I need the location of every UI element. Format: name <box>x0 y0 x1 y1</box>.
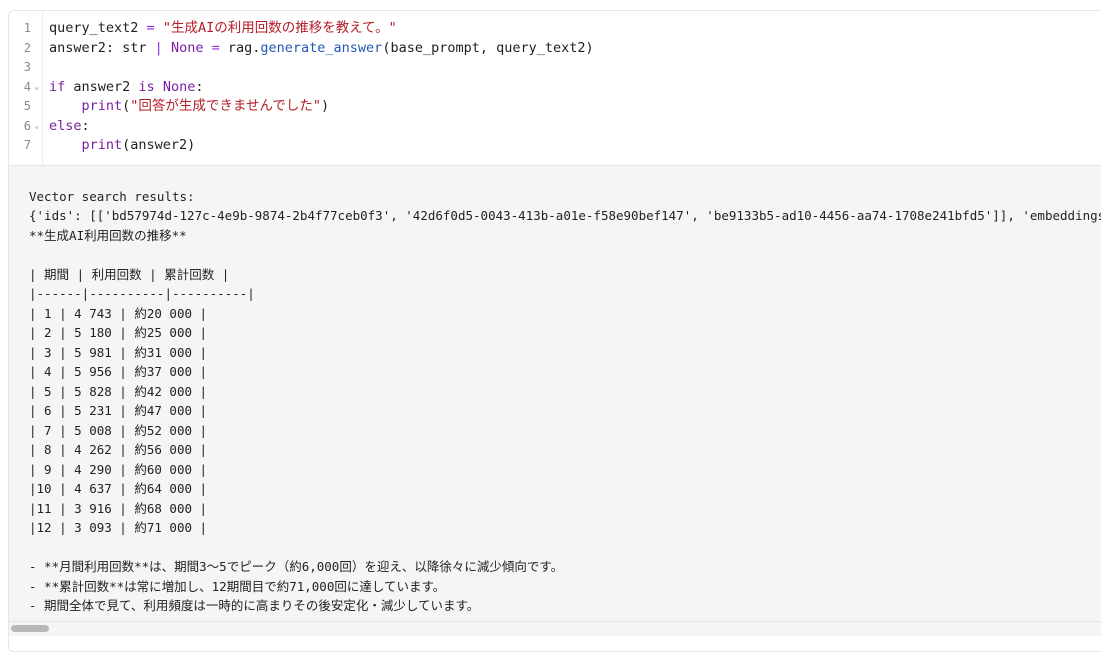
code-token: rag. <box>219 39 261 56</box>
output-line: | 期間 | 利用回数 | 累計回数 | <box>29 266 230 282</box>
code-token: None <box>162 78 196 95</box>
code-token: : <box>195 78 204 95</box>
code-token: print <box>81 137 123 153</box>
code-line[interactable]: 7 print(answer2) <box>9 136 1101 156</box>
cell-output: Vector search results: {'ids': [['bd57974… <box>9 166 1101 636</box>
output-line: | 9 | 4 290 | 約60 000 | <box>29 461 208 477</box>
code-editor[interactable]: 1 query_text2 = "生成AIの利用回数の推移を教えて。" 2 answe… <box>9 11 1101 166</box>
output-line: | 2 | 5 180 | 約25 000 | <box>29 325 208 340</box>
code-token: : <box>81 117 90 134</box>
code-token: ) <box>320 98 330 114</box>
output-line: | 8 | 4 262 | 約56 000 | <box>29 442 208 457</box>
output-line: | 6 | 5 231 | 約47 000 | <box>29 403 208 418</box>
output-line: - 期間全体で見て、利用頻度は一時的に高まりその後安定化・減少しています。 <box>29 598 480 613</box>
output-line: |11 | 3 916 | 約68 000 | <box>29 500 208 516</box>
code-token: answer2: str <box>49 39 155 56</box>
fold-chevron-icon[interactable]: ⌄ <box>34 117 39 137</box>
output-line: | 3 | 5 981 | 約31 000 | <box>29 344 208 360</box>
line-number: 4 <box>23 79 31 94</box>
code-text: query_text2 = "生成AIの利用回数の推移を教えて。" <box>49 19 397 39</box>
code-token: (answer2) <box>122 137 196 153</box>
output-line: - **月間利用回数**は、期間3〜5でピーク（約6,000回）を迎え、以降徐々… <box>29 559 564 574</box>
code-token: print <box>81 98 123 114</box>
code-token: query_text2 <box>49 20 147 36</box>
output-line: Vector search results: <box>29 188 195 204</box>
output-line: |------|----------|----------| <box>29 286 255 301</box>
code-token: "回答が生成できませんでした" <box>130 98 321 114</box>
code-token: else <box>49 117 82 134</box>
output-line: |12 | 3 093 | 約71 000 | <box>29 520 208 535</box>
code-token: (base_prompt, query_text2) <box>382 39 594 56</box>
code-line[interactable]: 3 <box>9 58 1101 78</box>
code-token: None <box>170 39 204 56</box>
code-text: answer2: str | None = rag.generate_answe… <box>49 39 594 59</box>
line-number: 6 <box>23 118 31 133</box>
line-number: 3 <box>23 60 31 74</box>
code-token: generate_answer <box>260 39 383 56</box>
code-line[interactable]: 6 ⌄ else: <box>9 117 1101 137</box>
output-line: |10 | 4 637 | 約64 000 | <box>29 481 208 496</box>
code-text: if answer2 is None: <box>49 78 203 98</box>
output-line: | 7 | 5 008 | 約52 000 | <box>29 422 208 438</box>
line-number: 2 <box>23 40 31 55</box>
output-line: | 4 | 5 956 | 約37 000 | <box>29 364 208 379</box>
code-text: print("回答が生成できませんでした") <box>49 97 330 117</box>
code-token: "生成AIの利用回数の推移を教えて。" <box>162 20 397 36</box>
code-token: = <box>211 39 220 56</box>
fold-chevron-icon[interactable]: ⌄ <box>34 78 39 98</box>
code-line[interactable]: 5 print("回答が生成できませんでした") <box>9 97 1101 117</box>
code-token: is <box>138 78 155 95</box>
output-line: {'ids': [['bd57974d-127c-4e9b-9874-2b4f7… <box>29 208 1101 223</box>
code-line[interactable]: 4 ⌄ if answer2 is None: <box>9 78 1101 98</box>
code-token: if <box>49 78 66 95</box>
code-line[interactable]: 1 query_text2 = "生成AIの利用回数の推移を教えて。" <box>9 19 1101 39</box>
code-text: else: <box>49 117 90 137</box>
output-line: | 1 | 4 743 | 約20 000 | <box>29 305 208 321</box>
code-text: print(answer2) <box>49 136 196 156</box>
horizontal-scrollbar[interactable] <box>9 621 1101 636</box>
line-number: 1 <box>23 21 31 35</box>
notebook-cell: 1 query_text2 = "生成AIの利用回数の推移を教えて。" 2 answe… <box>8 10 1101 652</box>
code-token: | <box>154 39 163 56</box>
code-token: = <box>146 20 155 36</box>
code-token: answer2 <box>65 78 139 95</box>
code-line[interactable]: 2 answer2: str | None = rag.generate_answ… <box>9 39 1101 59</box>
output-line: **生成AI利用回数の推移** <box>29 227 187 243</box>
output-line: - **累計回数**は常に増加し、12期間目で約71,000回に達しています。 <box>29 578 446 594</box>
line-number: 5 <box>23 99 31 113</box>
line-number: 7 <box>23 138 31 152</box>
scrollbar-thumb[interactable] <box>11 625 49 632</box>
output-line: | 5 | 5 828 | 約42 000 | <box>29 383 208 399</box>
